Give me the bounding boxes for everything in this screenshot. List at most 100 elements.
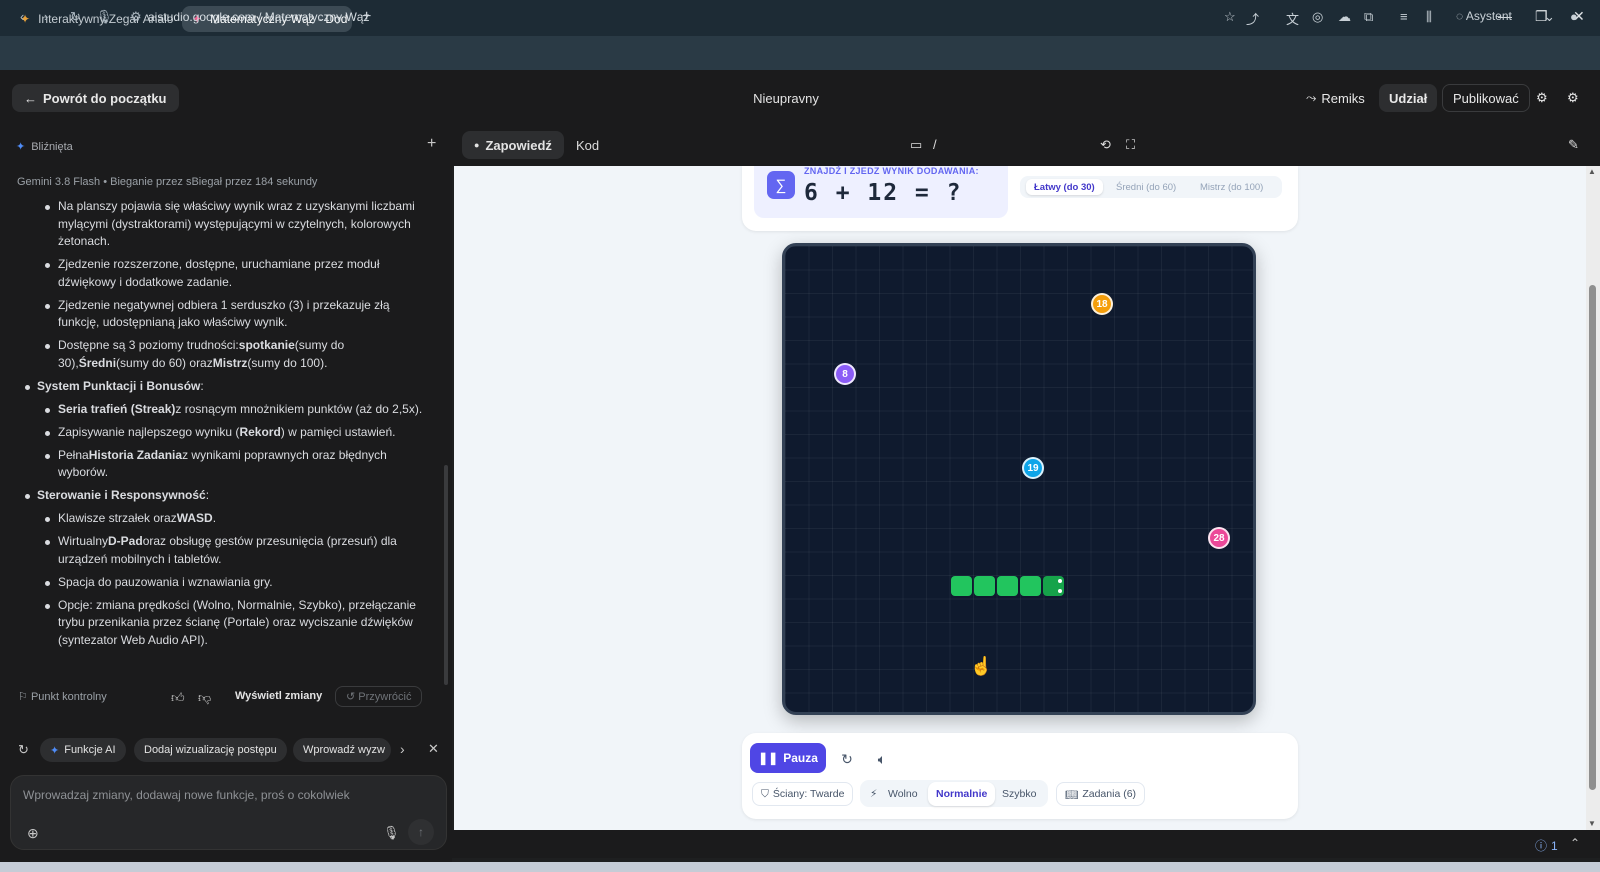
issues-indicator[interactable]: ⓘ 1 <box>1535 837 1558 854</box>
url-separator: / <box>258 10 262 24</box>
remix-label: Remiks <box>1321 90 1365 106</box>
tasks-button[interactable]: 📖︎ Zadania (6) <box>1056 782 1146 806</box>
list-item: Opcje: zmiana prędkości (Wolno, Normalni… <box>20 597 430 650</box>
chevron-up-icon[interactable]: ⌃ <box>1570 836 1580 850</box>
scroll-up-icon[interactable]: ▲ <box>1588 167 1596 176</box>
speed-slow-button[interactable]: Wolno <box>880 782 926 806</box>
meta-dot: • <box>103 176 108 188</box>
list-item: Zjedzenie negatywnej odbiera 1 serduszko… <box>20 297 430 332</box>
checkpoint-row: ⚐ Punkt kontrolny 👍︎ 👎︎ Wyświetl zmiany … <box>18 686 428 710</box>
arrow-left-icon: ← <box>24 90 37 106</box>
item-text: Opcje: zmiana prędkości (Wolno, Normalni… <box>58 597 416 647</box>
cloud-icon[interactable]: ☁ <box>1338 9 1351 25</box>
close-icon[interactable]: ✕ <box>428 741 439 757</box>
preview-scrollbar[interactable] <box>1589 285 1596 790</box>
sound-icon[interactable]: 🔈︎ <box>869 746 895 772</box>
speed-normal-button[interactable]: Normalnie <box>928 782 996 806</box>
profile-icon[interactable]: ● <box>1570 9 1578 24</box>
back-icon[interactable]: ‹ <box>20 9 24 24</box>
chevron-down-icon[interactable]: ⌄ <box>1544 9 1555 25</box>
item-bold: Rekord <box>239 424 281 439</box>
suggestion-chip[interactable]: ✦ Funkcje AI <box>40 738 126 762</box>
snake-head <box>1043 576 1064 596</box>
new-chat-plus-icon[interactable]: + <box>427 135 436 153</box>
tab-code[interactable]: Kod <box>576 138 599 153</box>
scroll-down-icon[interactable]: ▼ <box>1588 819 1596 828</box>
restart-icon[interactable]: ↻ <box>834 746 860 772</box>
mic-icon[interactable]: 🎙 <box>96 9 113 25</box>
level-easy-button[interactable]: Łatwy (do 30) <box>1026 179 1103 195</box>
speed-fast-button[interactable]: Szybko <box>994 782 1044 806</box>
level-medium-button[interactable]: Średni (do 60) <box>1108 179 1184 195</box>
view-changes-button[interactable]: Wyświetl zmiany <box>235 690 322 702</box>
share-link-icon[interactable]: ⤴ <box>1246 9 1259 28</box>
puzzle-icon[interactable]: ⧉ <box>1364 9 1373 25</box>
settings-icon[interactable]: ⚙ <box>1567 84 1579 112</box>
menu-lines-icon[interactable]: ≡ <box>1400 9 1408 24</box>
run-info: Bieganie przez sBiegał przez 184 sekundy <box>110 176 318 188</box>
add-icon[interactable]: ⊕ <box>27 825 39 842</box>
question-expression: 6 + 12 = ? <box>804 180 963 206</box>
remix-icon: ⤳ <box>1306 90 1317 105</box>
reload-icon[interactable]: ↻ <box>70 9 81 25</box>
reload-preview-icon[interactable]: ⟲ <box>1100 137 1111 153</box>
item-text: Wirtualny <box>58 534 109 548</box>
issues-count: 1 <box>1551 838 1558 853</box>
tab-preview[interactable]: ● Zapowiedź <box>462 131 564 159</box>
page-title: Nieupravny <box>753 91 819 106</box>
item-text: Pełna <box>58 447 89 462</box>
walls-toggle[interactable]: ⛉ Ściany: Twarde <box>752 782 854 806</box>
item-text: z rosnącym mnożnikiem punktów (aż do 2,5… <box>175 401 423 416</box>
fullscreen-icon[interactable]: ⛶ <box>1126 137 1135 153</box>
list-item: Zjedzenie rozszerzone, dostępne, urucham… <box>20 256 430 291</box>
share-button[interactable]: Udział <box>1379 84 1438 112</box>
site-info-icon[interactable]: ⚙ <box>130 9 142 25</box>
extension-icon[interactable]: ◎ <box>1312 9 1323 25</box>
suggestion-chip[interactable]: Dodaj wizualizację postępu <box>134 738 287 762</box>
chat-header: ✦ Bliźnięta <box>16 140 73 154</box>
remix-button[interactable]: ⤳ Remiks <box>1296 84 1375 112</box>
snake-body <box>1020 576 1041 596</box>
translate-icon[interactable]: 文 <box>1286 9 1299 28</box>
chat-scrollbar[interactable] <box>444 465 448 685</box>
list-item: Na planszy pojawia się właściwy wynik wr… <box>20 198 430 251</box>
send-icon[interactable]: ↑ <box>408 819 434 845</box>
forward-icon[interactable]: › <box>44 9 48 24</box>
route-separator[interactable]: / <box>933 137 937 152</box>
audio-icon[interactable]: ⫼ <box>1426 9 1432 25</box>
mic-icon[interactable]: 🎙 <box>383 825 400 841</box>
annotate-icon[interactable]: ✎ <box>1568 137 1579 153</box>
refresh-icon[interactable]: ↻ <box>18 742 29 758</box>
star-icon[interactable]: ☆ <box>1224 9 1236 25</box>
chip-label: Dodaj wizualizację postępu <box>144 744 277 756</box>
restore-button[interactable]: ↺ Przywrócić <box>335 686 423 707</box>
chevron-right-icon[interactable]: › <box>400 741 405 757</box>
model-name: Gemini 3.8 Flash <box>17 176 101 188</box>
device-icon[interactable]: ▭ <box>910 137 922 153</box>
section-colon: : <box>200 378 204 393</box>
prompt-input[interactable]: Wprowadzaj zmiany, dodawaj nowe funkcje,… <box>10 775 447 850</box>
back-label: Powrót do początku <box>43 90 167 106</box>
suggestion-chip[interactable]: Wprowadź wyzw <box>293 738 391 762</box>
publish-button[interactable]: Publikować <box>1442 84 1530 112</box>
pause-button[interactable]: ❚❚ Pauza <box>750 743 826 773</box>
walls-label: Ściany: Twarde <box>772 788 845 800</box>
url-field[interactable]: aistudio.google.com / Matematyczny Wąż <box>148 10 369 24</box>
thumbs-up-icon[interactable]: 👍︎ <box>171 690 185 706</box>
list-item: Seria trafień (Streak)z rosnącym mnożnik… <box>20 401 430 419</box>
status-bar <box>452 830 1600 858</box>
assistant-button[interactable]: ◌ Asystent <box>1456 9 1512 23</box>
prompt-placeholder: Wprowadzaj zmiany, dodawaj nowe funkcje,… <box>23 788 350 802</box>
item-text: ) w pamięci ustawień. <box>280 424 396 439</box>
snake-body <box>997 576 1018 596</box>
item-text: Zjedzenie negatywnej odbiera 1 serduszko… <box>58 297 390 330</box>
item-bold: Średni <box>78 355 117 370</box>
number-token: 28 <box>1208 527 1230 549</box>
brain-icon: ∑ <box>767 171 795 199</box>
thumbs-down-icon[interactable]: 👎︎ <box>198 690 211 706</box>
bug-icon[interactable]: ⚙ <box>1536 84 1548 112</box>
level-master-button[interactable]: Mistrz (do 100) <box>1192 179 1271 195</box>
game-board[interactable]: 18 8 19 28 <box>782 243 1256 715</box>
section-heading: System Punktacji i Bonusów: <box>20 378 430 396</box>
back-to-start-button[interactable]: ← Powrót do początku <box>12 84 179 112</box>
